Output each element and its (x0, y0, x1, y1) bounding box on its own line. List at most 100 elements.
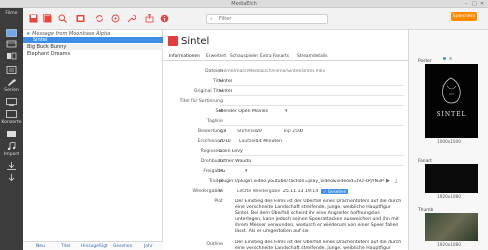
filter-input[interactable] (219, 16, 319, 22)
votes-field[interactable]: 20 (256, 129, 276, 134)
tab-streamdetails[interactable]: Streamdetails (297, 54, 328, 59)
list-item[interactable]: Elephant Dreams (23, 51, 163, 57)
movie-detail: Sintel Informationen Erweitert Schauspie… (163, 30, 408, 250)
import-icon[interactable] (6, 162, 17, 170)
concert-icon[interactable] (6, 130, 17, 138)
watched-toggle[interactable]: ✓ Gesehen (321, 189, 349, 194)
writer-label: Drehbuch (200, 159, 223, 164)
watched-label: Gesehen (327, 189, 347, 194)
list-item-label: Big Buck Bunny (27, 44, 67, 50)
window-title: MediaElch (231, 1, 257, 7)
certification-icon[interactable] (6, 66, 17, 74)
runtime-field[interactable]: 14 Minuten (256, 139, 296, 144)
poster-size: 1000x1500 (437, 139, 461, 144)
movie-list: ★ Message from Moonbase Alpha Sintel Big… (23, 30, 163, 250)
fanart-size: 1920x1080 (437, 194, 461, 199)
tab-actors[interactable]: Schauspieler (230, 54, 258, 59)
sort-tab-year[interactable]: Jahr (144, 244, 153, 249)
released-field[interactable]: 2010 (219, 139, 239, 144)
save-button[interactable]: Speichern (451, 12, 477, 21)
playcount-field[interactable]: 0 (219, 189, 229, 194)
tab-extended[interactable]: Erweitert (206, 54, 226, 59)
image-panel: Poster SINTEL 1000x1500 Fanart 1920x1080… (408, 30, 488, 250)
sort-tab-title[interactable]: Titel (61, 244, 70, 249)
set-label: Set (215, 109, 223, 114)
about-info-icon[interactable] (160, 14, 169, 23)
director-label: Regisseur (200, 149, 223, 154)
film-icon[interactable] (6, 29, 17, 37)
trailer-field[interactable]: plugin://plugin.video.youtube/?action=pl… (219, 179, 384, 184)
original-title-field[interactable]: Sintel (219, 89, 404, 94)
export-icon[interactable] (145, 14, 154, 23)
nav-section-movies[interactable]: Filme (0, 11, 23, 16)
fanart-image[interactable] (425, 164, 478, 193)
tab-extra-fanarts[interactable]: Extra Fanarts (260, 54, 289, 59)
download-trailer-icon[interactable]: ⤓ (395, 178, 397, 184)
list-sort-tabs: Neu Titel Hinzugefügt Gesehen Jahr (23, 241, 163, 250)
detail-tabs: Informationen Erweitert Schauspieler Ext… (163, 53, 408, 61)
certification-dropdown[interactable]: PG (219, 169, 239, 174)
thumb-image[interactable] (425, 213, 478, 241)
close-icon[interactable]: ✕ (480, 1, 484, 7)
director-field[interactable]: Colin Levy (219, 149, 404, 154)
chevron-down-icon[interactable]: ▾ (285, 108, 288, 114)
tv-icon[interactable] (6, 98, 17, 106)
image-page-indicator[interactable] (443, 56, 455, 62)
settings-wrench-icon[interactable] (127, 14, 136, 23)
tagline-label: Tagline (206, 119, 223, 124)
nav-section-concerts[interactable]: Konzerte (0, 120, 23, 125)
nav-section-import[interactable]: Import (0, 152, 23, 157)
set-dropdown[interactable]: Blender Open Movies (219, 109, 289, 114)
title-field[interactable]: Sintel (219, 79, 404, 84)
title-field-underline (219, 85, 404, 86)
list-item-label: Sintel (33, 37, 48, 43)
last-played-field[interactable]: 25.11.13 19:14 (283, 189, 323, 194)
tv-list-icon[interactable] (6, 110, 17, 118)
maximize-icon[interactable]: □ (472, 1, 477, 7)
download-icon[interactable] (6, 174, 17, 182)
page-dot[interactable] (449, 57, 452, 60)
writer-field[interactable]: Esther Wouda (219, 159, 404, 164)
save-disk-icon[interactable] (29, 14, 38, 23)
film-strip-icon[interactable] (76, 14, 85, 23)
search-scraper-icon[interactable] (58, 14, 67, 23)
outline-textarea[interactable]: Der Einstieg des Films ist der Überfall … (235, 240, 403, 250)
sort-title-underline (219, 105, 404, 106)
released-label: Erschienen (197, 139, 223, 144)
votes-label: Stimmen (237, 129, 258, 134)
list-item[interactable]: Big Buck Bunny (23, 44, 163, 50)
genre-icon[interactable] (6, 52, 17, 60)
film-set-icon[interactable] (6, 40, 17, 48)
thumb-size: 1920x1080 (437, 242, 461, 247)
play-icon[interactable]: ▶ (386, 178, 390, 184)
title-bar: MediaElch – □ ✕ (0, 0, 488, 8)
outline-label: Outline (206, 242, 223, 247)
check-icon: ✓ (323, 189, 327, 194)
music-icon[interactable] (6, 142, 17, 150)
rating-field[interactable]: 7,8 (219, 129, 239, 134)
tools-icon[interactable] (6, 78, 17, 86)
tab-information[interactable]: Informationen (169, 54, 200, 59)
title-label: Titel (213, 79, 223, 84)
sort-tab-added[interactable]: Hinzugefügt (81, 244, 108, 249)
sync-icon[interactable] (95, 14, 104, 23)
save-button-label: Speichern (452, 14, 476, 19)
top250-label: Top 250 (283, 129, 301, 134)
save-all-icon[interactable] (43, 14, 52, 23)
filter-field[interactable]: ⌕ (206, 14, 328, 24)
page-dot-active[interactable] (443, 57, 446, 60)
plot-textarea[interactable]: Der Einstieg des Films ist der Überfall … (235, 199, 403, 237)
rename-icon[interactable] (111, 14, 120, 23)
plot-label: Plot (214, 199, 223, 204)
nav-section-tvshows[interactable]: Serien (0, 88, 23, 93)
search-icon: ⌕ (210, 16, 213, 22)
list-item-selected[interactable]: Sintel (23, 37, 163, 43)
minimize-icon[interactable]: – (465, 1, 468, 7)
chevron-down-icon[interactable]: ▾ (245, 168, 248, 174)
original-title-label: Original Titel (193, 89, 223, 94)
top250-field[interactable]: 0 (300, 129, 314, 134)
sort-tab-new[interactable]: Neu (36, 244, 45, 249)
poster-image[interactable]: SINTEL (425, 64, 478, 138)
certification-label: Freigabe (203, 169, 223, 174)
sort-tab-watched[interactable]: Gesehen (113, 244, 132, 249)
